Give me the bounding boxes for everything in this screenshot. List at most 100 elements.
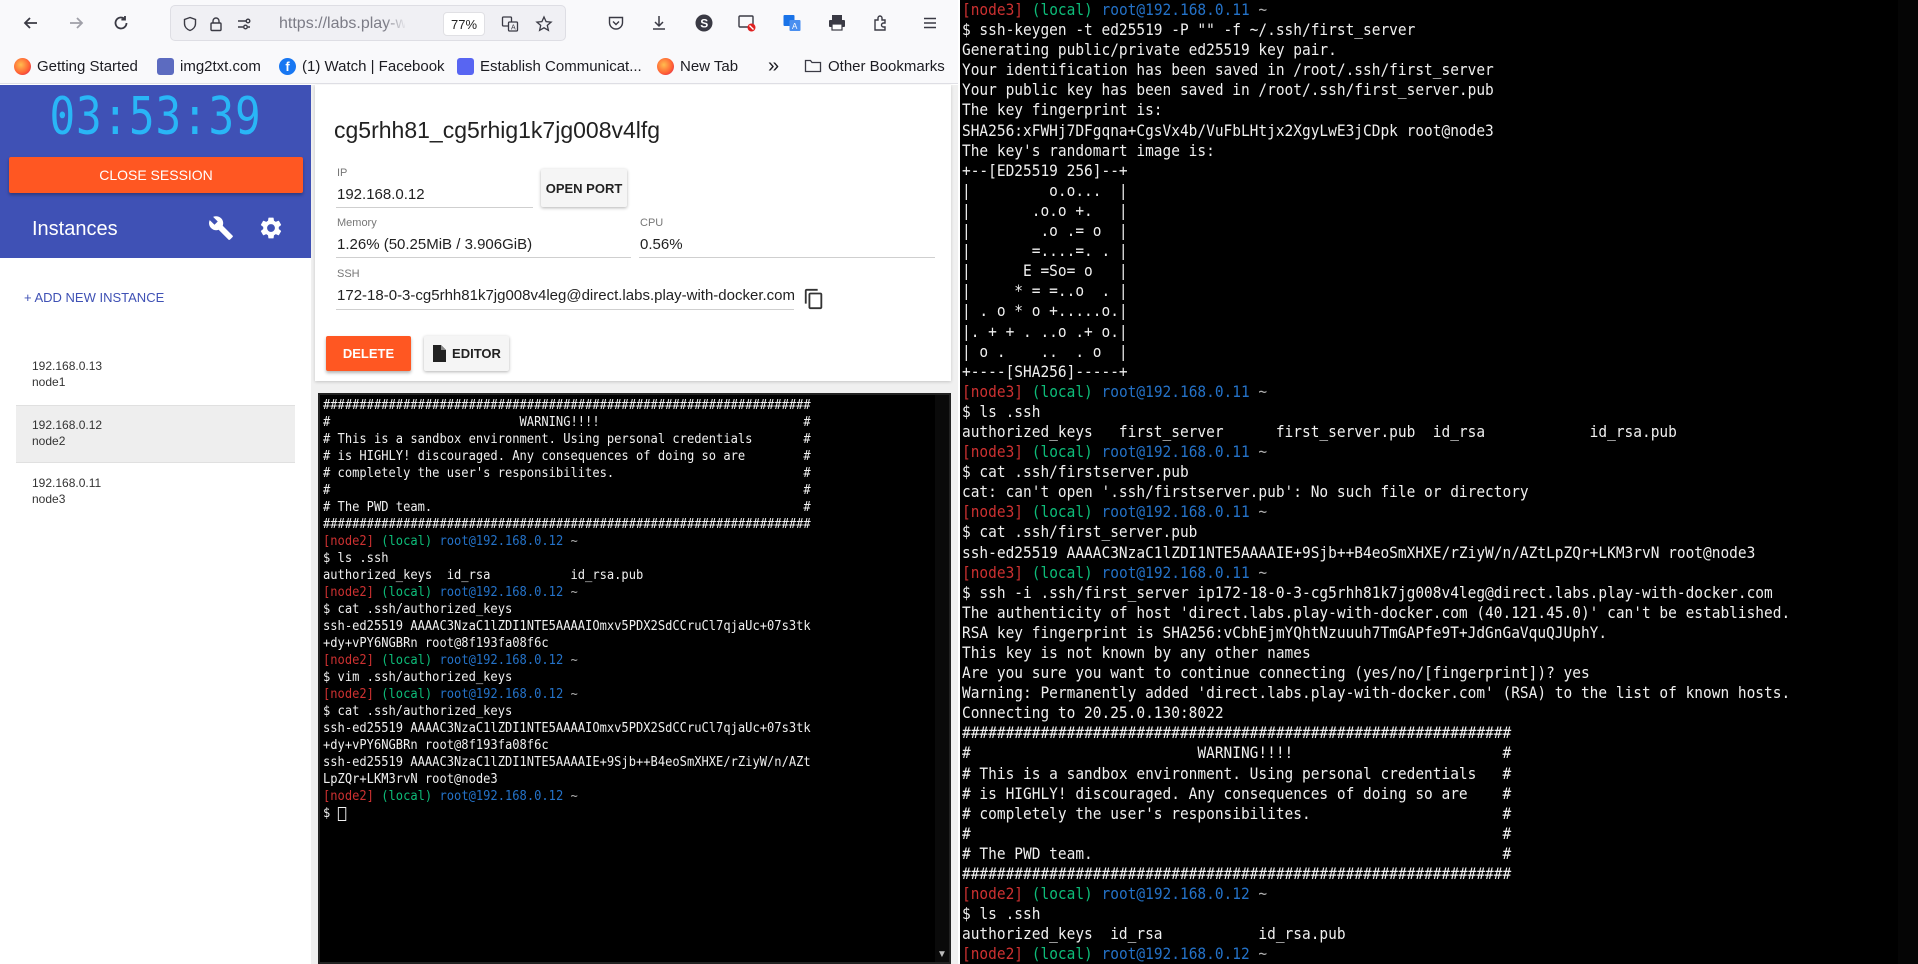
terminal-text: | * = =..o . | — [962, 281, 1128, 301]
extension-s-icon[interactable]: S — [689, 8, 719, 38]
terminal-text: # This is a sandbox environment. Using p… — [323, 432, 811, 447]
bookmarks-toolbar: Getting Started img2txt.com f (1) Watch … — [0, 51, 958, 81]
translate-extension-icon[interactable]: A — [777, 8, 807, 38]
scroll-down-arrow-icon[interactable]: ▼ — [937, 950, 947, 960]
terminal-line: ssh-ed25519 AAAAC3NzaC1lZDI1NTE5AAAAIE+9… — [323, 754, 896, 771]
bookmark-label: Establish Communicat... — [480, 57, 642, 75]
terminal-line: $ cat .ssh/firstserver.pub — [962, 462, 1822, 482]
open-port-button[interactable]: OPEN PORT — [541, 169, 627, 207]
prompt-segment: ~ — [1249, 502, 1268, 522]
bookmark-label: New Tab — [680, 57, 739, 75]
terminal-text: The key's randomart image is: — [962, 140, 1215, 160]
node2-terminal[interactable]: ########################################… — [318, 393, 951, 964]
wrench-icon[interactable] — [208, 215, 234, 241]
downloads-icon[interactable] — [644, 8, 674, 38]
bookmark-star-icon[interactable] — [533, 13, 555, 35]
prompt-segment: root@192.168.0.12 — [1101, 884, 1250, 904]
instance-info-card: cg5rhh81_cg5rhig1k7jg008v4lfg IP 192.168… — [315, 85, 951, 381]
zoom-level-badge[interactable]: 77% — [443, 12, 485, 36]
terminal-text: # completely the user's responsibilites.… — [323, 466, 811, 481]
translate-icon[interactable]: A — [499, 13, 521, 35]
prompt-segment: [node3] — [962, 502, 1024, 522]
ssh-field[interactable]: ip172-18-0-3-cg5rhh81k7jg008v4leg@direct… — [337, 287, 795, 304]
delete-button[interactable]: DELETE — [326, 336, 411, 371]
browser-toolbar: https://labs.play-with-docker.com 77% A … — [0, 0, 958, 84]
bookmark-img2txt[interactable]: img2txt.com — [157, 55, 261, 77]
terminal-text: $ cat .ssh/first_server.pub — [962, 522, 1198, 542]
close-session-button[interactable]: CLOSE SESSION — [9, 157, 303, 193]
instance-ip: 192.168.0.12 — [32, 418, 103, 432]
instance-item-node3[interactable]: 192.168.0.11 node3 — [16, 464, 295, 522]
prompt-segment: [node3] — [962, 442, 1024, 462]
prompt-segment: ~ — [1249, 0, 1268, 19]
terminal-scrollbar[interactable] — [1898, 0, 1918, 964]
terminal-text: | o.o... | — [962, 180, 1128, 200]
reload-icon[interactable] — [106, 8, 136, 38]
terminal-text: +dy+vPY6NGBRn root@8f193fa08f6c — [323, 738, 549, 753]
prompt-segment: root@192.168.0.12 — [439, 789, 564, 804]
terminal-line: The authenticity of host 'direct.labs.pl… — [962, 603, 1822, 623]
terminal-line: ########################################… — [962, 864, 1822, 884]
instance-item-node1[interactable]: 192.168.0.13 node1 — [16, 347, 295, 405]
editor-button[interactable]: EDITOR — [424, 336, 509, 371]
memory-field[interactable]: 1.26% (50.25MiB / 3.906GiB) — [337, 236, 532, 253]
terminal-text: $ ssh -i .ssh/first_server ip172-18-0-3-… — [962, 582, 1773, 602]
bookmark-establish-communication[interactable]: Establish Communicat... — [457, 55, 642, 77]
prompt-segment: ~ — [1249, 944, 1268, 964]
bookmark-getting-started[interactable]: Getting Started — [14, 55, 138, 77]
menu-hamburger-icon[interactable] — [915, 8, 945, 38]
terminal-line: # The PWD team. # — [323, 499, 896, 516]
permissions-icon[interactable] — [233, 13, 255, 35]
prompt-segment: [node2] — [323, 585, 374, 600]
terminal-text: $ ls .ssh — [962, 401, 1041, 421]
terminal-line: |. + + . ..o .+ o.| — [962, 322, 1822, 342]
terminal-line: This key is not known by any other names — [962, 643, 1822, 663]
terminal-text: ########################################… — [323, 398, 811, 413]
bookmark-new-tab[interactable]: New Tab — [657, 55, 738, 77]
terminal-text: $ — [323, 806, 338, 821]
terminal-text: +dy+vPY6NGBRn root@8f193fa08f6c — [323, 636, 549, 651]
lock-icon[interactable] — [205, 13, 227, 35]
folder-icon — [804, 59, 822, 73]
other-bookmarks-folder[interactable]: Other Bookmarks — [804, 55, 945, 77]
cpu-field[interactable]: 0.56% — [640, 236, 683, 253]
forward-arrow-icon[interactable] — [61, 8, 91, 38]
terminal-text: LpZQr+LKM3rvN root@node3 — [323, 772, 498, 787]
terminal-text: RSA key fingerprint is SHA256:vCbhEjmYQh… — [962, 622, 1608, 642]
extensions-icon[interactable] — [866, 8, 896, 38]
main-panel: cg5rhh81_cg5rhig1k7jg008v4lfg IP 192.168… — [315, 85, 951, 964]
prompt-segment: [node2] — [962, 944, 1024, 964]
terminal-line: [node3] (local) root@192.168.0.11 ~ — [962, 382, 1822, 402]
copy-icon[interactable] — [803, 287, 825, 311]
terminal-text: # The PWD team. # — [323, 500, 811, 515]
terminal-line: $ cat .ssh/authorized_keys — [323, 601, 896, 618]
terminal-line: $ vim .ssh/authorized_keys — [323, 669, 896, 686]
terminal-scrollbar[interactable]: ▼ — [935, 395, 949, 962]
pwd-app: 03:53:39 CLOSE SESSION Instances + ADD N… — [0, 85, 958, 964]
terminal-text: | =....=. . | — [962, 241, 1128, 261]
terminal-line: LpZQr+LKM3rvN root@node3 — [323, 771, 896, 788]
terminal-line: Your public key has been saved in /root/… — [962, 80, 1822, 100]
print-icon[interactable] — [822, 8, 852, 38]
firefox-icon — [657, 57, 674, 75]
back-arrow-icon[interactable] — [16, 8, 46, 38]
instance-item-node2[interactable]: 192.168.0.12 node2 — [16, 405, 295, 463]
pocket-icon[interactable] — [601, 8, 631, 38]
address-bar[interactable]: https://labs.play-with-docker.com 77% A — [170, 5, 566, 41]
terminal-line: ssh-ed25519 AAAAC3NzaC1lZDI1NTE5AAAAIE+9… — [962, 543, 1822, 563]
gear-icon[interactable] — [258, 215, 284, 241]
bookmarks-overflow-chevron-icon[interactable]: » — [768, 55, 779, 77]
terminal-line: ########################################… — [323, 397, 896, 414]
memory-label: Memory — [337, 217, 377, 229]
node2-terminal-output: ########################################… — [323, 397, 939, 822]
tracking-shield-icon[interactable] — [179, 13, 201, 35]
bookmark-facebook[interactable]: f (1) Watch | Facebook — [279, 55, 445, 77]
node3-terminal[interactable]: [node3] (local) root@192.168.0.11 ~ $ ssh… — [960, 0, 1918, 964]
terminal-line: [node2] (local) root@192.168.0.12 ~ — [962, 884, 1822, 904]
add-new-instance-button[interactable]: + ADD NEW INSTANCE — [24, 290, 164, 305]
screen-block-icon[interactable] — [732, 8, 762, 38]
terminal-text: authorized_keys id_rsa id_rsa.pub — [323, 568, 644, 583]
ip-field[interactable]: 192.168.0.12 — [337, 186, 425, 203]
